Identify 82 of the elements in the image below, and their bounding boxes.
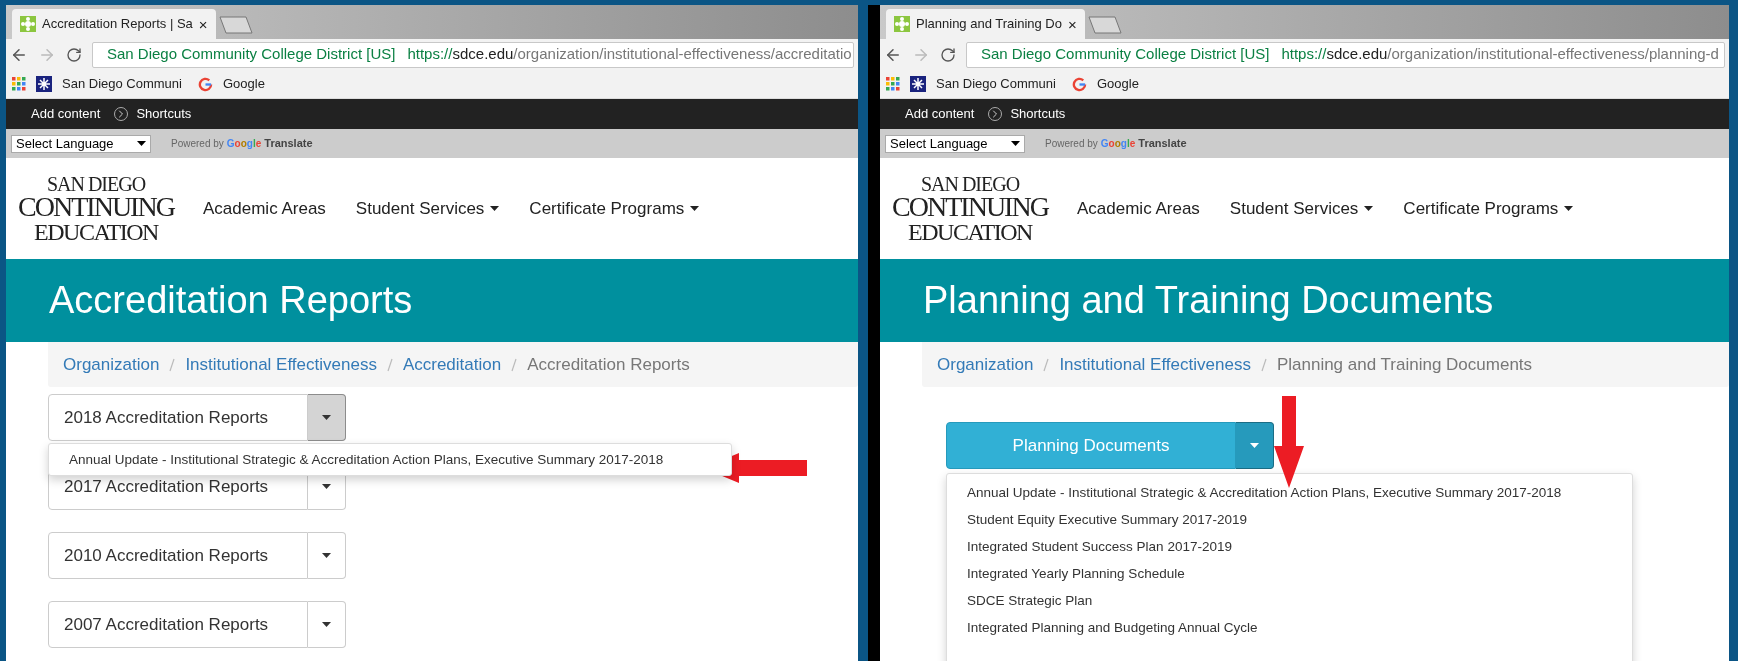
address-field[interactable]: San Diego Community College District [US] https://sdce.edu/organization/institutional-effectiveness/accreditatio — [92, 41, 854, 68]
reload-icon[interactable] — [940, 46, 956, 63]
slash-icon — [1043, 357, 1050, 372]
dropdown-button[interactable]: 2010 Accreditation Reports — [48, 532, 308, 579]
caret-icon — [322, 415, 331, 420]
caret-icon — [490, 206, 500, 211]
flower-icon — [20, 16, 36, 32]
menu-item[interactable]: Annual Update - Institutional Strategic & Accreditation Action Plans, Executive Summary 2017-2018 — [947, 479, 1632, 506]
current-page-text: Accreditation Reports — [527, 353, 690, 376]
caret-icon — [690, 206, 700, 211]
menu-item[interactable]: SDCE Strategic Plan — [947, 587, 1632, 614]
breadcrumb-link[interactable]: Organization — [937, 351, 1034, 378]
tab-title: Planning and Training Do — [916, 15, 1062, 34]
tab-title: Accreditation Reports | Sa — [42, 15, 193, 34]
caret-icon — [322, 622, 331, 627]
nav-link[interactable]: Certificate Programs — [1403, 195, 1574, 222]
slash-icon — [169, 357, 176, 372]
bookmark-link[interactable]: San Diego Communi — [936, 74, 1056, 94]
snowflake-icon — [36, 76, 52, 92]
slash-icon — [1260, 357, 1267, 372]
page-title: Accreditation Reports — [49, 278, 413, 323]
caret-icon — [322, 553, 331, 558]
logo: SAN DIEGO CONTINUING EDUCATION — [891, 173, 1050, 244]
flower-icon — [894, 16, 910, 32]
caret-icon — [1364, 206, 1374, 211]
slash-icon — [386, 357, 393, 372]
bookmark-link[interactable]: San Diego Communi — [62, 74, 182, 94]
url-text: https://sdce.edu/organization/institutional-effectiveness/planning-d — [1281, 44, 1719, 65]
caret-icon — [322, 484, 331, 489]
site-identity: San Diego Community College District [US] — [107, 44, 396, 65]
google-icon — [1071, 76, 1087, 92]
apps-icon[interactable] — [12, 77, 26, 91]
shortcuts-link[interactable]: Shortcuts — [1010, 104, 1066, 124]
menu-item[interactable]: Student Equity Executive Summary 2017-2019 — [947, 506, 1632, 533]
dropdown-toggle[interactable] — [308, 394, 346, 441]
browser-tab[interactable]: Accreditation Reports | Sa × — [12, 9, 216, 39]
logo: SAN DIEGO CONTINUING EDUCATION — [17, 173, 176, 244]
apps-icon[interactable] — [886, 77, 900, 91]
caret-icon — [137, 141, 146, 146]
breadcrumb-link[interactable]: Accreditation — [402, 351, 502, 378]
dropdown-toggle[interactable] — [1236, 422, 1274, 469]
shortcuts-link[interactable]: Shortcuts — [136, 104, 192, 124]
nav-link[interactable]: Academic Areas — [203, 195, 326, 222]
url-text: https://sdce.edu/organization/institutional-effectiveness/accreditatio — [407, 44, 852, 65]
new-tab-icon[interactable] — [1086, 15, 1123, 35]
reload-icon[interactable] — [66, 46, 82, 63]
new-tab-icon[interactable] — [217, 15, 254, 35]
dropdown-button[interactable]: 2018 Accreditation Reports — [48, 394, 308, 441]
breadcrumb-link[interactable]: Institutional Effectiveness — [1059, 351, 1251, 378]
menu-item[interactable]: Annual Update - Institutional Strategic & Accreditation Action Plans, Executive Summary 2017-2018 — [49, 446, 731, 473]
bookmark-link[interactable]: Google — [1096, 74, 1139, 94]
dropdown-button[interactable]: 2007 Accreditation Reports — [48, 601, 308, 648]
nav-link[interactable]: Academic Areas — [1077, 195, 1200, 222]
powered-by-text: Powered by Google Translate — [1045, 136, 1187, 152]
nav-link[interactable]: Certificate Programs — [529, 195, 700, 222]
arrow-icon — [1274, 396, 1304, 488]
menu-item[interactable]: Integrated Student Success Plan 2017-2019 — [947, 533, 1632, 560]
language-select[interactable]: Select Language — [11, 134, 151, 153]
slash-icon — [511, 357, 518, 372]
nav-link[interactable]: Student Services — [1229, 195, 1374, 222]
caret-icon — [1564, 206, 1574, 211]
powered-by-text: Powered by Google Translate — [171, 136, 313, 152]
close-icon[interactable]: × — [1068, 16, 1077, 32]
address-field[interactable]: San Diego Community College District [US] https://sdce.edu/organization/institutional-effectiveness/planning-d — [966, 41, 1725, 68]
menu-item[interactable]: Integrated Planning and Budgeting Annual Cycle — [947, 614, 1632, 641]
google-icon — [197, 76, 213, 92]
nav-link[interactable]: Student Services — [355, 195, 500, 222]
language-select[interactable]: Select Language — [885, 134, 1025, 153]
add-content-link[interactable]: Add content — [905, 104, 975, 124]
breadcrumb-link[interactable]: Organization — [63, 351, 160, 378]
add-content-link[interactable]: Add content — [31, 104, 101, 124]
page-title: Planning and Training Documents — [923, 278, 1494, 323]
bookmark-link[interactable]: Google — [222, 74, 265, 94]
menu-item[interactable]: Integrated Yearly Planning Schedule — [947, 560, 1632, 587]
breadcrumb-link[interactable]: Institutional Effectiveness — [185, 351, 377, 378]
site-identity: San Diego Community College District [US] — [981, 44, 1270, 65]
close-icon[interactable]: × — [198, 16, 208, 32]
caret-icon — [1250, 443, 1259, 448]
browser-tab[interactable]: Planning and Training Do × — [886, 9, 1085, 39]
current-page-text: Planning and Training Documents — [1276, 353, 1533, 376]
snowflake-icon — [910, 76, 926, 92]
caret-icon — [1011, 141, 1020, 146]
